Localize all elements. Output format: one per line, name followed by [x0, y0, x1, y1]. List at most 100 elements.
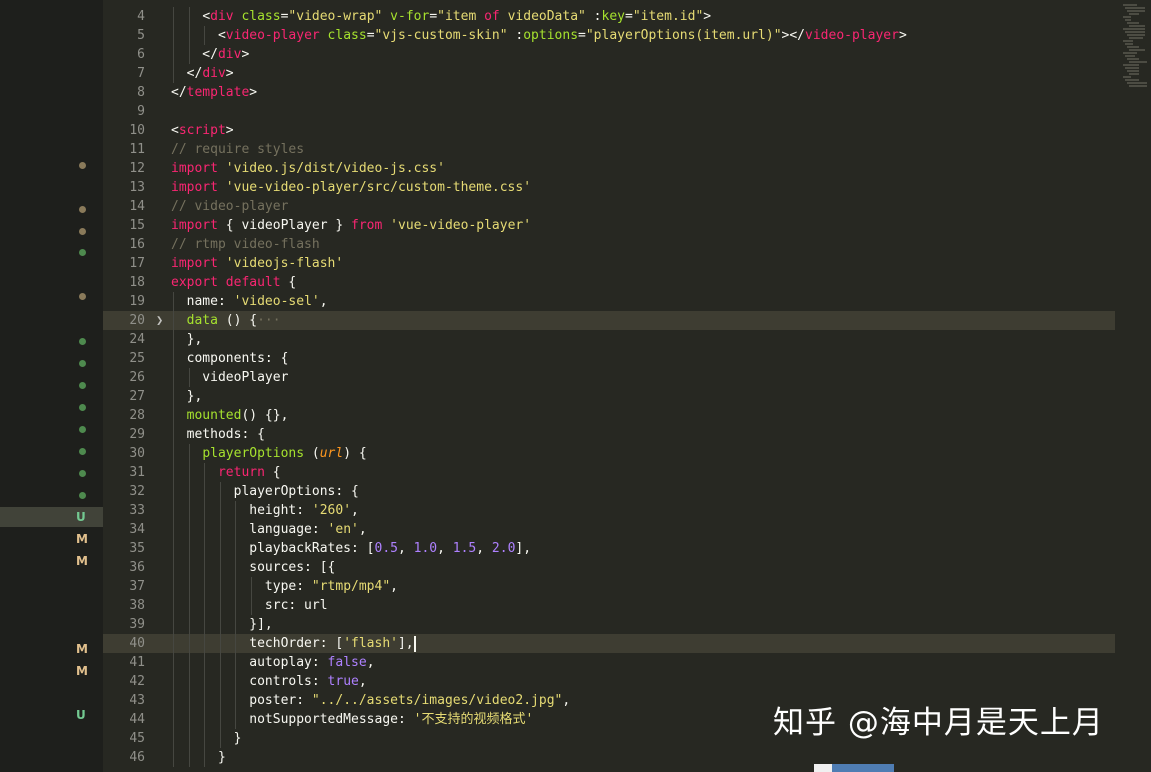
code-editor[interactable]: 4 <div class="video-wrap" v-for="item of… — [103, 0, 1115, 772]
indent-guide — [173, 7, 174, 26]
line-number: 20 — [129, 313, 145, 328]
code-text: controls: true, — [171, 672, 366, 691]
code-line[interactable]: 4 <div class="video-wrap" v-for="item of… — [103, 7, 1115, 26]
indent-guide — [173, 387, 174, 406]
indent-guide — [188, 710, 190, 729]
scm-change-dot — [79, 293, 86, 300]
code-text: height: '260', — [171, 501, 359, 520]
code-token: < — [171, 123, 179, 138]
indent-guide — [188, 558, 190, 577]
code-token: techOrder: [ — [171, 636, 344, 651]
code-line[interactable]: 42 controls: true, — [103, 672, 1115, 691]
minimap-line — [1123, 4, 1137, 6]
code-line[interactable]: 25 components: { — [103, 349, 1115, 368]
code-line[interactable]: 5 <video-player class="vjs-custom-skin" … — [103, 26, 1115, 45]
code-line[interactable]: 9 — [103, 102, 1115, 121]
line-number: 38 — [129, 598, 145, 613]
indent-guide — [173, 45, 174, 64]
line-number: 45 — [129, 731, 145, 746]
code-line[interactable]: 6 </div> — [103, 45, 1115, 64]
active-file-row[interactable] — [0, 507, 103, 527]
code-token: videoData" — [499, 9, 586, 24]
code-line[interactable]: 37 type: "rtmp/mp4", — [103, 577, 1115, 596]
code-line[interactable]: 20 ❯ data () {··· — [103, 311, 1115, 330]
scm-status-letter[interactable]: M — [76, 555, 88, 567]
code-token: import — [171, 180, 218, 195]
minimap-line — [1127, 70, 1139, 72]
scm-change-dot — [79, 162, 86, 169]
code-token: video-player — [805, 28, 899, 43]
code-text: poster: "../../assets/images/video2.jpg"… — [171, 691, 570, 710]
indent-guide — [235, 539, 237, 558]
code-text: <script> — [171, 121, 234, 140]
code-line[interactable]: 14 // video-player — [103, 197, 1115, 216]
code-token: </ — [171, 66, 203, 81]
code-line[interactable]: 12 import 'video.js/dist/video-js.css' — [103, 159, 1115, 178]
code-line[interactable]: 19 name: 'video-sel', — [103, 292, 1115, 311]
code-token: > — [249, 85, 258, 100]
code-line[interactable]: 27 }, — [103, 387, 1115, 406]
code-line[interactable]: 29 methods: { — [103, 425, 1115, 444]
scm-status-letter[interactable]: M — [76, 533, 88, 545]
code-token: }, — [171, 332, 203, 347]
fold-chevron-icon[interactable]: ❯ — [156, 311, 163, 330]
code-line[interactable]: 40 techOrder: ['flash'], — [103, 634, 1115, 653]
indent-guide — [204, 558, 206, 577]
code-line[interactable]: 31 return { — [103, 463, 1115, 482]
code-token: "playerOptions(item.url)" — [585, 28, 782, 43]
indent-guide — [173, 672, 174, 691]
code-token: type: — [171, 579, 312, 594]
code-line[interactable]: 10 <script> — [103, 121, 1115, 140]
code-line[interactable]: 13 import 'vue-video-player/src/custom-th… — [103, 178, 1115, 197]
line-number: 44 — [129, 712, 145, 727]
indent-guide — [188, 577, 190, 596]
code-line[interactable]: 32 playerOptions: { — [103, 482, 1115, 501]
code-text: export default { — [171, 273, 296, 292]
indent-guide — [188, 615, 190, 634]
indent-guide — [188, 463, 190, 482]
code-token: src: url — [171, 598, 328, 613]
scm-status-letter[interactable]: U — [76, 709, 86, 721]
code-text: </div> — [171, 45, 249, 64]
code-line[interactable]: 15 import { videoPlayer } from 'vue-video… — [103, 216, 1115, 235]
code-token: language: — [171, 522, 328, 537]
code-line[interactable]: 34 language: 'en', — [103, 520, 1115, 539]
code-text: notSupportedMessage: '不支持的视频格式' — [171, 710, 533, 729]
code-line[interactable]: 16 // rtmp video-flash — [103, 235, 1115, 254]
indent-guide — [173, 444, 174, 463]
code-token: </ — [171, 85, 187, 100]
code-token: 1.0 — [413, 541, 438, 556]
minimap[interactable] — [1115, 0, 1151, 772]
code-text: sources: [{ — [171, 558, 335, 577]
code-token: true — [327, 674, 359, 689]
code-line[interactable]: 8 </template> — [103, 83, 1115, 102]
code-line[interactable]: 24 }, — [103, 330, 1115, 349]
code-line[interactable]: 36 sources: [{ — [103, 558, 1115, 577]
code-line[interactable]: 30 playerOptions (url) { — [103, 444, 1115, 463]
indent-guide — [173, 463, 174, 482]
minimap-line — [1129, 85, 1147, 87]
code-line[interactable]: 41 autoplay: false, — [103, 653, 1115, 672]
code-line[interactable]: 7 </div> — [103, 64, 1115, 83]
code-text: import 'videojs-flash' — [171, 254, 343, 273]
code-line[interactable]: 11 // require styles — [103, 140, 1115, 159]
line-number: 40 — [129, 636, 145, 651]
scm-status-letter[interactable]: M — [76, 665, 88, 677]
code-line[interactable]: 18 export default { — [103, 273, 1115, 292]
code-line[interactable]: 35 playbackRates: [0.5, 1.0, 1.5, 2.0], — [103, 539, 1115, 558]
code-line[interactable]: 28 mounted() {}, — [103, 406, 1115, 425]
code-line[interactable]: 17 import 'videojs-flash' — [103, 254, 1115, 273]
scm-status-letter[interactable]: U — [76, 511, 86, 523]
code-line[interactable]: 38 src: url — [103, 596, 1115, 615]
code-token: 'video.js/dist/video-js.css' — [225, 161, 445, 176]
indent-guide — [235, 577, 237, 596]
code-token: import — [171, 256, 218, 271]
code-line[interactable]: 46 } — [103, 748, 1115, 767]
code-line[interactable]: 39 }], — [103, 615, 1115, 634]
indent-guide — [173, 26, 174, 45]
code-text: }], — [171, 615, 272, 634]
code-line[interactable]: 26 videoPlayer — [103, 368, 1115, 387]
code-line[interactable]: 33 height: '260', — [103, 501, 1115, 520]
scm-status-letter[interactable]: M — [76, 643, 88, 655]
